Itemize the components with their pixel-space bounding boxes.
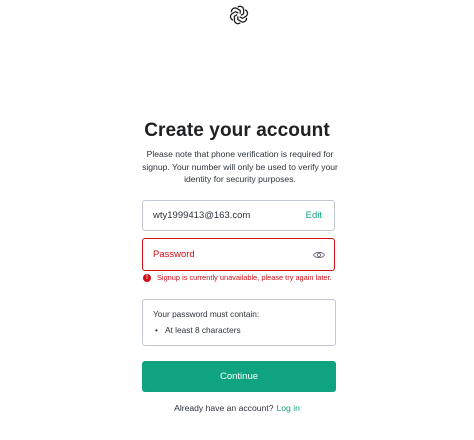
openai-logo-icon [228, 4, 250, 26]
signup-page: Create your account Please note that pho… [0, 0, 474, 440]
error-icon: ! [143, 274, 151, 282]
email-field[interactable]: wty1999413@163.com Edit [142, 200, 335, 231]
eye-icon[interactable] [313, 250, 325, 260]
error-text: Signup is currently unavailable, please … [157, 273, 332, 282]
requirements-title: Your password must contain: [153, 309, 260, 319]
login-link[interactable]: Log in [276, 403, 299, 413]
page-subtitle: Please note that phone verification is r… [142, 149, 338, 184]
password-requirements: Your password must contain: • At least 8 … [142, 299, 336, 346]
requirement-text: At least 8 characters [165, 325, 241, 335]
page-title: Create your account [144, 120, 330, 141]
bullet-icon: • [155, 325, 158, 335]
login-prompt-text: Already have an account? [174, 403, 274, 413]
login-prompt: Already have an account? Log in [0, 403, 474, 413]
password-placeholder: Password [153, 249, 195, 260]
password-field[interactable]: Password [142, 238, 335, 271]
email-value: wty1999413@163.com [153, 210, 251, 221]
edit-email-link[interactable]: Edit [306, 210, 322, 221]
requirement-item: • At least 8 characters [155, 325, 241, 335]
continue-button[interactable]: Continue [142, 361, 336, 392]
